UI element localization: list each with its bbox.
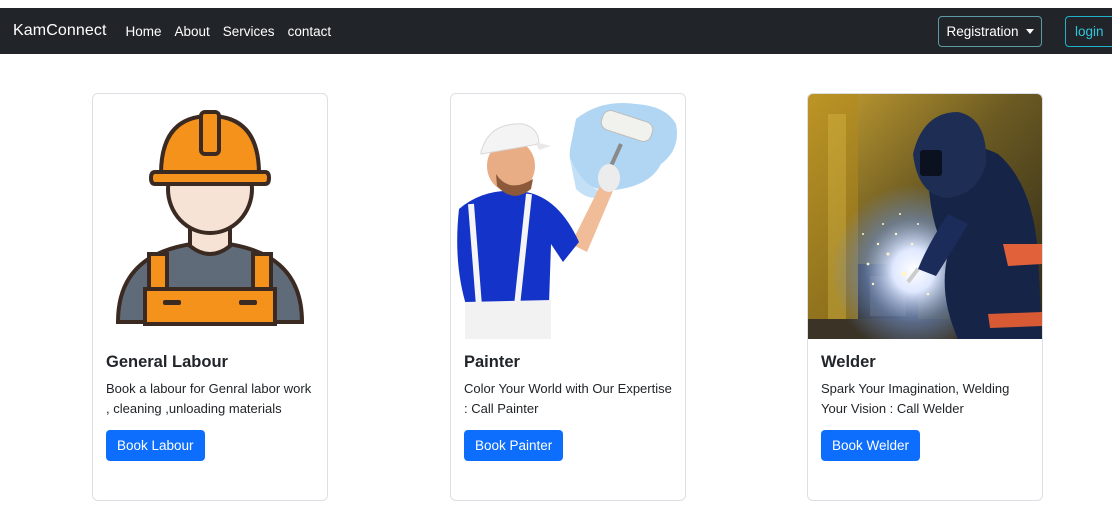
- card-text: Color Your World with Our Expertise : Ca…: [464, 381, 672, 416]
- caret-down-icon: [1025, 29, 1034, 34]
- nav-services[interactable]: Services: [223, 24, 275, 39]
- login-button[interactable]: login: [1065, 16, 1112, 47]
- welder-photo: [808, 94, 1042, 339]
- book-labour-button[interactable]: Book Labour: [106, 430, 205, 461]
- card-general-labour: General Labour Book a labour for Genral …: [92, 93, 328, 501]
- painter-photo: [451, 94, 685, 339]
- nav-about[interactable]: About: [175, 24, 210, 39]
- card-painter: Painter Color Your World with Our Expert…: [450, 93, 686, 501]
- registration-label: Registration: [946, 24, 1019, 39]
- card-text: Spark Your Imagination, Welding Your Vis…: [821, 381, 1010, 416]
- brand-logo[interactable]: KamConnect: [13, 22, 107, 40]
- navbar: KamConnect Home About Services contact R…: [0, 8, 1112, 54]
- card-text: Book a labour for Genral labor work , cl…: [106, 381, 312, 416]
- registration-dropdown-button[interactable]: Registration: [938, 16, 1042, 47]
- labourer-icon: [93, 94, 327, 339]
- nav-contact[interactable]: contact: [288, 24, 332, 39]
- nav-home[interactable]: Home: [126, 24, 162, 39]
- card-title: General Labour: [106, 353, 228, 371]
- card-welder: Welder Spark Your Imagination, Welding Y…: [807, 93, 1043, 501]
- login-label: login: [1075, 24, 1104, 39]
- book-painter-button[interactable]: Book Painter: [464, 430, 564, 461]
- card-title: Painter: [464, 353, 520, 371]
- book-welder-button[interactable]: Book Welder: [821, 430, 921, 461]
- card-title: Welder: [821, 353, 876, 371]
- top-strip: [0, 0, 1112, 8]
